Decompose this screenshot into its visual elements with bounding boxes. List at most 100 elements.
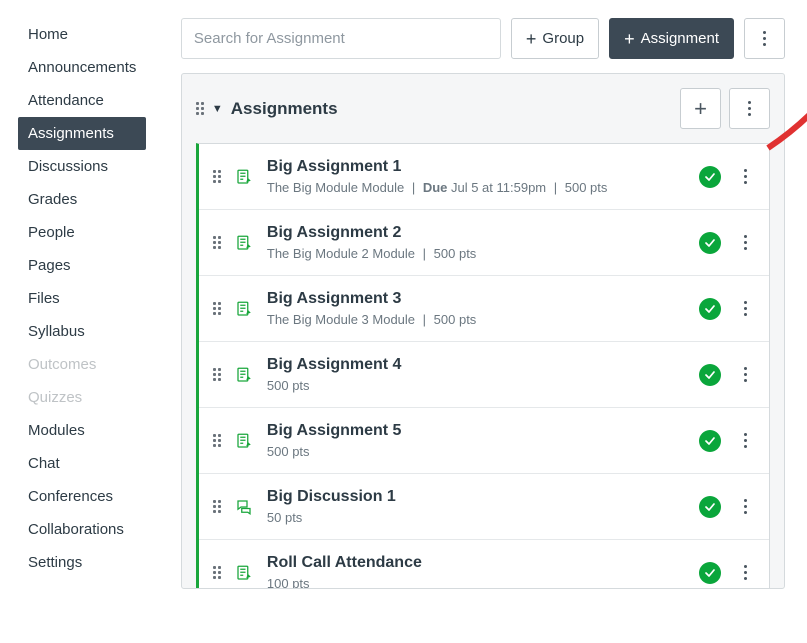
- due-label: Due Jul 5 at 11:59pm: [423, 180, 546, 195]
- assignments-scroll[interactable]: Big Assignment 1 The Big Module Module | …: [182, 143, 784, 588]
- sidebar-item-files[interactable]: Files: [18, 282, 163, 315]
- assignment-icon: [235, 431, 253, 451]
- drag-handle-icon[interactable]: [213, 368, 221, 381]
- sidebar-item-chat[interactable]: Chat: [18, 447, 163, 480]
- kebab-icon: [744, 565, 747, 580]
- module-label: The Big Module 2 Module: [267, 246, 415, 261]
- group-title: Assignments: [231, 99, 338, 119]
- assignment-title[interactable]: Big Assignment 2: [267, 224, 685, 242]
- points-label: 50 pts: [267, 510, 302, 525]
- assignment-title[interactable]: Roll Call Attendance: [267, 554, 685, 572]
- drag-handle-icon[interactable]: [213, 170, 221, 183]
- sidebar-item-syllabus[interactable]: Syllabus: [18, 315, 163, 348]
- add-group-button[interactable]: + Group: [511, 18, 599, 59]
- sidebar-item-pages[interactable]: Pages: [18, 249, 163, 282]
- assignment-title[interactable]: Big Assignment 1: [267, 158, 685, 176]
- sidebar-item-people[interactable]: People: [18, 216, 163, 249]
- assignment-meta: The Big Module 2 Module | 500 pts: [267, 246, 685, 261]
- drag-handle-icon[interactable]: [213, 566, 221, 579]
- points-label: 500 pts: [434, 312, 477, 327]
- points-label: 500 pts: [267, 444, 310, 459]
- plus-icon: +: [526, 30, 537, 48]
- points-label: 500 pts: [565, 180, 608, 195]
- published-status-icon[interactable]: [699, 496, 721, 518]
- assignment-meta: The Big Module 3 Module | 500 pts: [267, 312, 685, 327]
- assignment-title[interactable]: Big Assignment 4: [267, 356, 685, 374]
- assignment-title[interactable]: Big Assignment 5: [267, 422, 685, 440]
- drag-handle-icon[interactable]: [213, 434, 221, 447]
- assignment-icon: [235, 299, 253, 319]
- drag-handle-icon[interactable]: [196, 102, 204, 115]
- assignment-row: Big Discussion 1 50 pts: [199, 474, 769, 540]
- row-overflow-menu[interactable]: [735, 235, 755, 250]
- assignment-meta: 500 pts: [267, 444, 685, 459]
- sidebar-item-collaborations[interactable]: Collaborations: [18, 513, 163, 546]
- discussion-icon: [235, 497, 253, 517]
- toolbar-overflow-menu[interactable]: [744, 18, 785, 59]
- assignment-icon: [235, 365, 253, 385]
- sidebar-item-conferences[interactable]: Conferences: [18, 480, 163, 513]
- assignment-meta: 500 pts: [267, 378, 685, 393]
- sidebar-item-modules[interactable]: Modules: [18, 414, 163, 447]
- assignment-icon: [235, 233, 253, 253]
- published-status-icon[interactable]: [699, 298, 721, 320]
- row-overflow-menu[interactable]: [735, 565, 755, 580]
- points-label: 500 pts: [267, 378, 310, 393]
- sidebar-item-home[interactable]: Home: [18, 18, 163, 51]
- assignment-meta: 100 pts: [267, 576, 685, 588]
- main-content: + Group + Assignment ▼ Assignments: [163, 0, 807, 643]
- assignment-title[interactable]: Big Assignment 3: [267, 290, 685, 308]
- row-overflow-menu[interactable]: [735, 367, 755, 382]
- kebab-icon: [748, 101, 751, 116]
- kebab-icon: [744, 433, 747, 448]
- published-status-icon[interactable]: [699, 232, 721, 254]
- add-to-group-button[interactable]: +: [680, 88, 721, 129]
- assignment-meta: The Big Module Module | Due Jul 5 at 11:…: [267, 180, 685, 195]
- kebab-icon: [744, 235, 747, 250]
- sidebar-item-discussions[interactable]: Discussions: [18, 150, 163, 183]
- add-assignment-label: Assignment: [641, 30, 719, 47]
- assignment-row: Big Assignment 1 The Big Module Module | …: [199, 144, 769, 210]
- sidebar-item-outcomes[interactable]: Outcomes: [18, 348, 163, 381]
- points-label: 100 pts: [267, 576, 310, 588]
- module-label: The Big Module 3 Module: [267, 312, 415, 327]
- sidebar-item-announcements[interactable]: Announcements: [18, 51, 163, 84]
- caret-down-icon: ▼: [212, 103, 223, 115]
- published-status-icon[interactable]: [699, 364, 721, 386]
- search-input[interactable]: [181, 18, 501, 59]
- kebab-icon: [744, 499, 747, 514]
- kebab-icon: [744, 301, 747, 316]
- add-assignment-button[interactable]: + Assignment: [609, 18, 734, 59]
- assignment-body: Big Assignment 2 The Big Module 2 Module …: [267, 224, 685, 261]
- module-label: The Big Module Module: [267, 180, 404, 195]
- sidebar-item-quizzes[interactable]: Quizzes: [18, 381, 163, 414]
- published-status-icon[interactable]: [699, 166, 721, 188]
- assignment-body: Big Assignment 4 500 pts: [267, 356, 685, 393]
- assignment-body: Big Assignment 5 500 pts: [267, 422, 685, 459]
- published-status-icon[interactable]: [699, 430, 721, 452]
- kebab-icon: [744, 367, 747, 382]
- row-overflow-menu[interactable]: [735, 499, 755, 514]
- assignment-row: Big Assignment 4 500 pts: [199, 342, 769, 408]
- sidebar-item-grades[interactable]: Grades: [18, 183, 163, 216]
- row-overflow-menu[interactable]: [735, 301, 755, 316]
- group-overflow-menu[interactable]: [729, 88, 770, 129]
- assignments-group-header: ▼ Assignments +: [182, 74, 784, 143]
- assignment-title[interactable]: Big Discussion 1: [267, 488, 685, 506]
- assignment-icon: [235, 563, 253, 583]
- kebab-icon: [744, 169, 747, 184]
- toolbar: + Group + Assignment: [181, 18, 785, 59]
- row-overflow-menu[interactable]: [735, 169, 755, 184]
- assignment-icon: [235, 167, 253, 187]
- drag-handle-icon[interactable]: [213, 236, 221, 249]
- sidebar-item-assignments[interactable]: Assignments: [18, 117, 146, 150]
- drag-handle-icon[interactable]: [213, 500, 221, 513]
- row-overflow-menu[interactable]: [735, 433, 755, 448]
- drag-handle-icon[interactable]: [213, 302, 221, 315]
- sidebar-item-attendance[interactable]: Attendance: [18, 84, 163, 117]
- group-toggle[interactable]: ▼ Assignments: [196, 99, 670, 119]
- published-status-icon[interactable]: [699, 562, 721, 584]
- search-box: [181, 18, 501, 59]
- sidebar-item-settings[interactable]: Settings: [18, 546, 163, 579]
- assignment-row: Roll Call Attendance 100 pts: [199, 540, 769, 588]
